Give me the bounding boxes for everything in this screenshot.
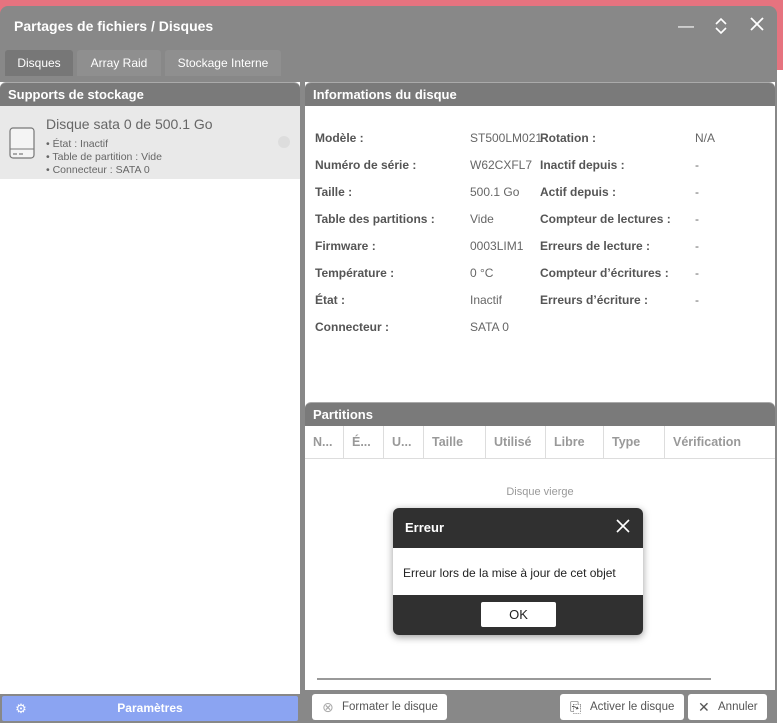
info-label-inactive-since: Inactif depuis : — [540, 158, 625, 172]
left-footer: ⚙ Paramètres — [0, 694, 300, 723]
format-disk-label: Formater le disque — [342, 701, 438, 713]
gear-icon: ⚙ — [15, 701, 27, 716]
file-shares-window: Partages de fichiers / Disques — Disques… — [0, 6, 777, 723]
info-label-connector: Connecteur : — [315, 320, 390, 334]
info-label-firmware: Firmware : — [315, 239, 376, 253]
cancel-button[interactable]: ✕ Annuler — [688, 694, 767, 720]
info-label-write-errors: Erreurs d’écriture : — [540, 293, 649, 307]
info-value-state: Inactif — [470, 293, 503, 307]
info-value-connector: SATA 0 — [470, 320, 509, 334]
info-value-rotation: N/A — [695, 131, 716, 145]
error-dialog: Erreur Erreur lors de la mise à jour de … — [393, 508, 643, 635]
info-value-partition-table: Vide — [470, 212, 494, 226]
column-header-number[interactable]: N... — [305, 426, 344, 458]
info-value-read-errors: - — [695, 239, 699, 253]
info-label-size: Taille : — [315, 185, 353, 199]
format-disk-button[interactable]: ⊗ Formater le disque — [312, 694, 447, 720]
disk-activate-icon: ⎘ — [570, 699, 582, 715]
column-header-free[interactable]: Libre — [546, 426, 604, 458]
info-label-model: Modèle : — [315, 131, 364, 145]
tab-stockage-interne[interactable]: Stockage Interne — [165, 50, 281, 76]
window-titlebar[interactable]: Partages de fichiers / Disques — — [0, 6, 777, 48]
error-message: Erreur lors de la mise à jour de cet obj… — [403, 566, 616, 580]
info-label-state: État : — [315, 293, 345, 307]
window-title: Partages de fichiers / Disques — [14, 18, 214, 34]
info-value-size: 500.1 Go — [470, 185, 520, 199]
info-label-active-since: Actif depuis : — [540, 185, 617, 199]
activate-disk-button[interactable]: ⎘ Activer le disque — [560, 694, 684, 720]
info-value-write-errors: - — [695, 293, 699, 307]
partitions-header: Partitions — [305, 402, 775, 426]
activate-disk-label: Activer le disque — [590, 701, 675, 713]
disk-select-indicator[interactable] — [278, 136, 290, 148]
info-value-temperature: 0 °C — [470, 266, 494, 280]
info-value-firmware: 0003LIM1 — [470, 239, 524, 253]
info-label-temperature: Température : — [315, 266, 395, 280]
info-value-read-count: - — [695, 212, 699, 226]
disk-info-panel: Informations du disque Modèle : ST500LM0… — [305, 82, 775, 406]
column-header-type[interactable]: Type — [604, 426, 665, 458]
info-label-serial: Numéro de série : — [315, 158, 417, 172]
info-label-read-count: Compteur de lectures : — [540, 212, 671, 226]
restore-icon[interactable] — [710, 16, 732, 38]
ok-button[interactable]: OK — [481, 602, 556, 627]
parameters-label: Paramètres — [117, 701, 183, 715]
horizontal-scrollbar[interactable] — [317, 678, 711, 680]
close-icon[interactable] — [746, 16, 768, 38]
column-header-size[interactable]: Taille — [424, 426, 486, 458]
hard-disk-icon — [9, 127, 35, 159]
cancel-label: Annuler — [718, 701, 758, 713]
info-label-partition-table: Table des partitions : — [315, 212, 435, 226]
tab-array-raid[interactable]: Array Raid — [77, 50, 161, 76]
disk-title: Disque sata 0 de 500.1 Go — [46, 116, 213, 132]
disk-state: • État : Inactif — [46, 138, 109, 150]
parameters-button[interactable]: ⚙ Paramètres — [2, 696, 298, 721]
info-value-write-count: - — [695, 266, 699, 280]
info-label-rotation: Rotation : — [540, 131, 596, 145]
info-value-model: ST500LM021 — [470, 131, 543, 145]
column-header-verification[interactable]: Vérification — [665, 426, 775, 458]
disk-connector: • Connecteur : SATA 0 — [46, 164, 150, 176]
dialog-close-icon[interactable] — [611, 516, 635, 540]
storage-list-header: Supports de stockage — [0, 82, 300, 106]
column-header-state[interactable]: É... — [344, 426, 384, 458]
close-x-icon: ✕ — [698, 699, 710, 715]
storage-list-panel: Supports de stockage Disque sata 0 de 50… — [0, 82, 300, 694]
list-item-disk-sata-0[interactable]: Disque sata 0 de 500.1 Go • État : Inact… — [0, 106, 300, 179]
info-label-write-count: Compteur d’écritures : — [540, 266, 669, 280]
info-value-active-since: - — [695, 185, 699, 199]
header-divider — [305, 458, 775, 459]
disk-partition-table: • Table de partition : Vide — [46, 151, 162, 163]
info-label-read-errors: Erreurs de lecture : — [540, 239, 651, 253]
column-header-used[interactable]: Utilisé — [486, 426, 546, 458]
info-value-serial: W62CXFL7 — [470, 158, 533, 172]
disk-info-header: Informations du disque — [305, 82, 775, 106]
info-value-inactive-since: - — [695, 158, 699, 172]
empty-table-message: Disque vierge — [506, 486, 574, 498]
column-header-usage[interactable]: U... — [384, 426, 424, 458]
tab-disques[interactable]: Disques — [5, 50, 73, 76]
minimize-icon[interactable]: — — [675, 16, 697, 38]
dialog-footer: OK — [393, 595, 643, 635]
cancel-circle-icon: ⊗ — [322, 699, 334, 715]
error-dialog-title: Erreur — [393, 508, 643, 548]
